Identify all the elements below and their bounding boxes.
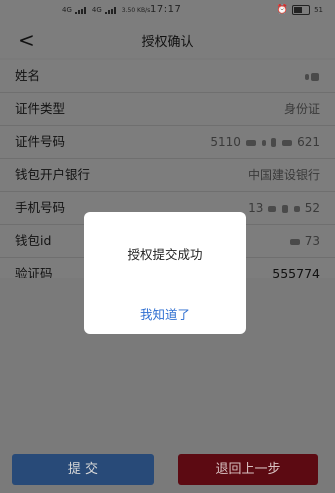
id-number-masked: 5110 621 (210, 126, 320, 158)
status-bar: 4G 4G 3.50 KB/s 17:17 ⏰ 51 (0, 0, 335, 22)
wallet-id-masked: 73 (289, 225, 320, 257)
signal-icon-2 (104, 7, 119, 14)
go-back-button[interactable]: 退回上一步 (178, 454, 318, 485)
alarm-icon: ⏰ (276, 5, 289, 15)
signal-icon (74, 7, 89, 14)
dialog-message: 授权提交成功 (127, 247, 203, 262)
nav-bar: < 授权确认 (0, 22, 335, 58)
row-id-number: 证件号码 5110 621 (0, 126, 335, 159)
row-value: 身份证 (283, 102, 320, 116)
row-label: 钱包id (15, 233, 52, 248)
id-suffix: 621 (297, 135, 320, 149)
row-label: 证件类型 (15, 101, 66, 116)
network-speed: 3.50 KB/s (121, 7, 151, 14)
row-wallet-bank: 钱包开户银行 中国建设银行 (0, 159, 335, 192)
row-label: 姓名 (15, 68, 41, 83)
phone-masked: 13 52 (248, 192, 320, 224)
battery-level: 51 (314, 6, 323, 14)
row-label: 钱包开户银行 (15, 167, 91, 182)
id-prefix: 5110 (210, 135, 241, 149)
phone-prefix: 13 (248, 201, 264, 215)
submit-button[interactable]: 提 交 (12, 454, 154, 485)
name-value-masked (304, 60, 320, 92)
status-right: ⏰ 51 (277, 5, 323, 15)
phone-suffix: 52 (304, 201, 320, 215)
row-value: 中国建设银行 (247, 168, 320, 182)
row-id-type: 证件类型 身份证 (0, 93, 335, 126)
network-label-b: 4G (91, 6, 102, 14)
dialog-confirm-button[interactable]: 我知道了 (84, 304, 246, 323)
row-name: 姓名 (0, 60, 335, 93)
status-time: 17:17 (150, 4, 182, 15)
row-label: 手机号码 (15, 200, 66, 215)
success-dialog: 授权提交成功 我知道了 (84, 212, 246, 334)
signal-indicators: 4G 4G 3.50 KB/s (62, 6, 150, 14)
page-title: 授权确认 (141, 35, 194, 50)
battery-icon (292, 5, 311, 15)
wallet-id-suffix: 73 (304, 234, 320, 248)
row-label: 证件号码 (15, 134, 66, 149)
network-label-a: 4G (62, 6, 72, 14)
